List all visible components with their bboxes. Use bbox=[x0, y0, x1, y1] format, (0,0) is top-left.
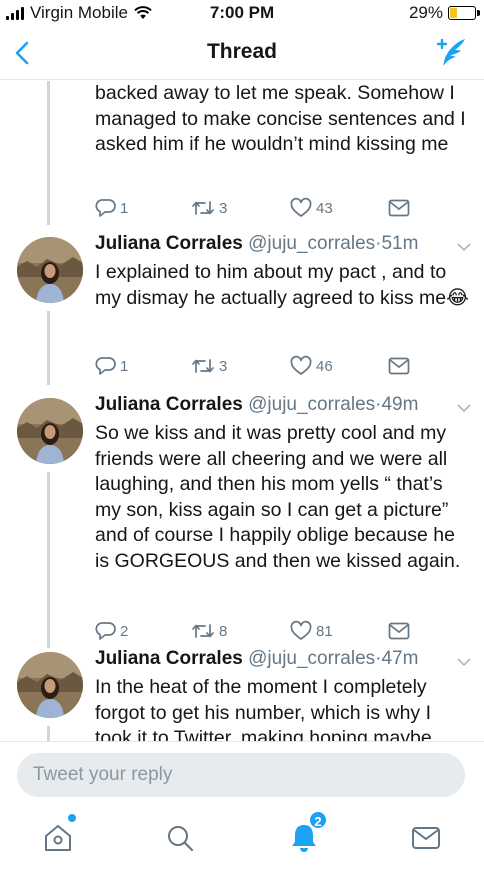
retweet-button[interactable]: 3 bbox=[190, 197, 227, 219]
reply-bar: 2 bbox=[0, 741, 484, 869]
share-icon bbox=[388, 199, 410, 217]
battery-fill bbox=[450, 8, 457, 18]
avatar-photo bbox=[17, 652, 83, 718]
chevron-down-icon[interactable] bbox=[456, 400, 472, 416]
retweet-button[interactable]: 3 bbox=[190, 355, 227, 377]
tweet-2[interactable]: Juliana Corrales @juju_corrales·49m So w… bbox=[0, 394, 484, 648]
retweet-count: 3 bbox=[219, 357, 228, 375]
nav-bar: Thread bbox=[0, 26, 484, 80]
like-button[interactable]: 81 bbox=[289, 620, 333, 642]
reply-count: 1 bbox=[120, 357, 129, 375]
tweet-actions: 2 8 81 bbox=[95, 620, 425, 646]
home-icon bbox=[45, 825, 71, 851]
reply-icon bbox=[95, 199, 116, 217]
share-icon bbox=[388, 622, 410, 640]
tweet-time: 47m bbox=[381, 648, 419, 669]
thread-line bbox=[47, 726, 50, 741]
reply-button[interactable]: 1 bbox=[95, 355, 128, 377]
author-handle: @juju_corrales bbox=[248, 233, 376, 254]
like-button[interactable]: 43 bbox=[289, 197, 333, 219]
tab-bar: 2 bbox=[0, 808, 484, 868]
home-unread-dot bbox=[68, 814, 76, 822]
tab-messages[interactable] bbox=[406, 818, 446, 858]
retweet-icon bbox=[192, 201, 214, 215]
like-count: 43 bbox=[316, 199, 333, 217]
author-name[interactable]: Juliana Corrales bbox=[95, 233, 243, 254]
envelope-icon bbox=[412, 827, 440, 849]
share-button[interactable] bbox=[387, 355, 411, 377]
avatar[interactable] bbox=[17, 652, 83, 718]
reply-count: 2 bbox=[120, 622, 129, 640]
tab-home[interactable] bbox=[38, 814, 78, 858]
retweet-icon bbox=[192, 359, 214, 373]
tweet-text: In the heat of the moment I completely f… bbox=[95, 676, 432, 741]
tweet-header: Juliana Corrales @juju_corrales·49m bbox=[95, 394, 470, 416]
avatar-photo bbox=[17, 237, 83, 303]
tweet-time: 51m bbox=[381, 233, 419, 254]
avatar-photo bbox=[17, 398, 83, 464]
share-button[interactable] bbox=[387, 197, 411, 219]
avatar[interactable] bbox=[17, 398, 83, 464]
page-title: Thread bbox=[206, 40, 277, 63]
retweet-count: 3 bbox=[219, 199, 228, 217]
reply-button[interactable]: 1 bbox=[95, 197, 128, 219]
heart-icon bbox=[290, 620, 312, 640]
tweet-text: I explained to him about my pact , and t… bbox=[95, 261, 469, 309]
chevron-down-icon[interactable] bbox=[456, 654, 472, 670]
like-count: 46 bbox=[316, 357, 333, 375]
tab-search[interactable] bbox=[160, 818, 200, 858]
chevron-down-icon[interactable] bbox=[456, 239, 472, 255]
reply-icon bbox=[95, 622, 116, 640]
notifications-badge: 2 bbox=[308, 810, 328, 830]
retweet-count: 8 bbox=[219, 622, 228, 640]
tweet-0[interactable]: backed away to let me speak. Somehow I m… bbox=[0, 81, 484, 225]
tweet-header: Juliana Corrales @juju_corrales·47m bbox=[95, 648, 470, 670]
author-handle: @juju_corrales bbox=[248, 394, 376, 415]
like-count: 81 bbox=[316, 622, 333, 640]
author-handle: @juju_corrales bbox=[248, 648, 376, 669]
thread-line bbox=[47, 472, 50, 648]
tweet-actions: 1 3 43 bbox=[95, 197, 425, 223]
heart-icon bbox=[290, 197, 312, 217]
retweet-button[interactable]: 8 bbox=[190, 620, 227, 642]
thread-line bbox=[47, 81, 50, 225]
tweet-text: So we kiss and it was pretty cool and my… bbox=[95, 422, 461, 572]
status-right: 29% bbox=[408, 3, 480, 23]
like-button[interactable]: 46 bbox=[289, 355, 333, 377]
battery-percent: 29% bbox=[408, 3, 443, 22]
tweet-1[interactable]: Juliana Corrales @juju_corrales·51m I ex… bbox=[0, 233, 484, 385]
reply-count: 1 bbox=[120, 199, 129, 217]
search-icon bbox=[168, 826, 194, 852]
tweet-time: 49m bbox=[381, 394, 419, 415]
tweet-actions: 1 3 46 bbox=[95, 355, 425, 381]
tweet-text: backed away to let me speak. Somehow I m… bbox=[95, 82, 466, 155]
reply-input[interactable] bbox=[17, 753, 465, 797]
author-name[interactable]: Juliana Corrales bbox=[95, 648, 243, 669]
reply-icon bbox=[95, 357, 116, 375]
thread-line bbox=[47, 311, 50, 385]
tweet-3[interactable]: Juliana Corrales @juju_corrales·47m In t… bbox=[0, 648, 484, 741]
reply-button[interactable]: 2 bbox=[95, 620, 128, 642]
share-icon bbox=[388, 357, 410, 375]
heart-icon bbox=[290, 355, 312, 375]
tweet-header: Juliana Corrales @juju_corrales·51m bbox=[95, 233, 470, 255]
thread-list: backed away to let me speak. Somehow I m… bbox=[0, 81, 484, 741]
tab-notifications[interactable]: 2 bbox=[284, 810, 328, 858]
author-name[interactable]: Juliana Corrales bbox=[95, 394, 243, 415]
status-bar: Virgin Mobile 7:00 PM 29% bbox=[0, 0, 484, 26]
retweet-icon bbox=[192, 624, 214, 638]
share-button[interactable] bbox=[387, 620, 411, 642]
battery-icon bbox=[448, 6, 480, 20]
compose-tweet-icon[interactable] bbox=[434, 36, 468, 70]
avatar[interactable] bbox=[17, 237, 83, 303]
